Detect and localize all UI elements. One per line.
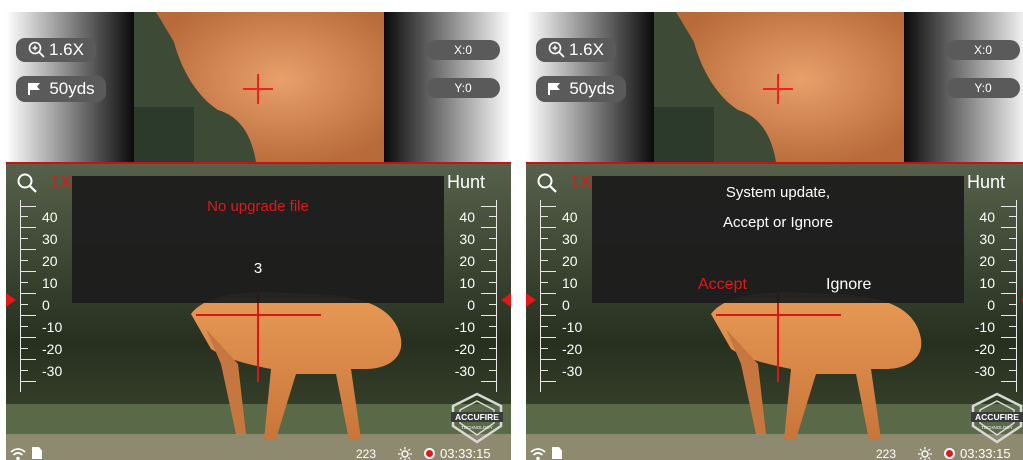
sd-card-icon [552,447,562,459]
zoom-crosshair [763,74,793,104]
scale-label: 30 [42,231,58,247]
zero-marker-right [501,293,511,307]
scale-label: -20 [454,341,475,357]
ballistic-profile: 223 [356,447,377,460]
ballistic-profile: 223 [876,447,897,460]
status-bar: 223 03:33:15 [526,446,1023,460]
scale-label: -10 [454,319,475,335]
range-chip[interactable]: 50yds [16,76,106,102]
scope-screen-left: 1.6X 50yds X:0 Y:0 1X Hunt 40 30 20 10 0… [6,12,511,460]
range-value: 50yds [49,79,95,98]
accufire-logo: ACCUFIRE TECHNOLOGY [451,392,503,444]
zoom-level-value: 1.6X [49,40,84,59]
status-bar: 223 03:33:15 [6,446,511,460]
wifi-icon [530,448,546,460]
scale-label: -30 [974,363,995,379]
x-offset-chip[interactable]: X:0 [426,40,500,60]
flag-icon [28,83,41,95]
brightness-icon [918,447,932,460]
wifi-icon [10,448,26,460]
dialog-line-2: Accept or Ignore [722,214,834,231]
brightness-icon [398,447,412,460]
record-icon [944,448,955,459]
scale-label: -20 [974,341,995,357]
scale-label: 20 [562,253,578,269]
zoom-window: 1.6X 50yds X:0 Y:0 [6,12,511,162]
record-icon [424,448,435,459]
clock: 03:33:15 [440,446,491,460]
zoom-level-chip[interactable]: 1.6X [16,38,96,62]
sd-card-icon [32,447,42,459]
dialog-message: No upgrade file [207,198,309,215]
zoom-level-value: 1.6X [569,40,604,59]
scale-label: 0 [467,297,475,313]
scope-screen-right: 1.6X 50yds X:0 Y:0 1X Hunt 40 30 20 10 0… [526,12,1023,460]
main-view: 1X Hunt 40 30 20 10 0 -10 -20 -30 40 30 … [6,162,511,460]
y-offset-chip[interactable]: Y:0 [946,78,1020,98]
scale-label: 30 [562,231,578,247]
search-icon[interactable] [16,172,38,194]
scale-label: -20 [562,341,583,357]
logo-subtext: TECHNOLOGY [461,425,493,430]
ignore-button[interactable]: Ignore [826,276,871,294]
scale-label: 10 [42,275,58,291]
zero-marker-left [6,293,16,307]
zoom-crosshair [243,74,273,104]
scale-label: 0 [42,297,50,313]
upgrade-dialog: No upgrade file 3 [72,176,444,303]
accufire-logo: ACCUFIRE TECHNOLOGY [971,392,1023,444]
scale-label: -30 [562,363,583,379]
mode-label[interactable]: Hunt [967,172,1005,193]
scale-label: 20 [979,253,995,269]
search-icon[interactable] [536,172,558,194]
y-offset-chip[interactable]: Y:0 [426,78,500,98]
scale-label: 20 [459,253,475,269]
logo-text: ACCUFIRE [455,412,499,422]
elevation-scale-left: 40 30 20 10 0 -10 -20 -30 [14,200,62,392]
mode-label[interactable]: Hunt [447,172,485,193]
elevation-scale-left: 40 30 20 10 0 -10 -20 -30 [534,200,582,392]
logo-text: ACCUFIRE [975,412,1019,422]
scale-label: 30 [459,231,475,247]
scale-label: -30 [42,363,63,379]
zoom-window: 1.6X 50yds X:0 Y:0 [526,12,1023,162]
scale-label: -10 [974,319,995,335]
elevation-scale-right: 40 30 20 10 0 -10 -20 -30 [975,200,1023,392]
scale-label: 10 [979,275,995,291]
dialog-countdown: 3 [253,260,263,277]
scale-label: -30 [454,363,475,379]
scale-label: 40 [562,209,578,225]
system-update-dialog: System update, Accept or Ignore Accept I… [592,176,964,303]
range-value: 50yds [569,79,615,98]
scale-label: 40 [979,209,995,225]
scale-label: 0 [987,297,995,313]
scale-label: -10 [562,319,583,335]
elevation-scale-right: 40 30 20 10 0 -10 -20 -30 [455,200,503,392]
accept-button[interactable]: Accept [698,276,747,294]
scale-label: 10 [562,275,578,291]
zoom-magnifier-icon [28,41,45,58]
zoom-level-chip[interactable]: 1.6X [536,38,616,62]
scale-label: -10 [42,319,63,335]
scale-label: 40 [459,209,475,225]
scale-label: -20 [42,341,63,357]
scale-label: 40 [42,209,58,225]
dialog-line-1: System update, [725,184,831,201]
scale-label: 10 [459,275,475,291]
logo-subtext: TECHNOLOGY [981,425,1013,430]
scale-label: 0 [562,297,570,313]
main-view: 1X Hunt 40 30 20 10 0 -10 -20 -30 40 30 … [526,162,1023,460]
zoom-magnifier-icon [548,41,565,58]
clock: 03:33:15 [960,446,1011,460]
scale-label: 20 [42,253,58,269]
x-offset-chip[interactable]: X:0 [946,40,1020,60]
range-chip[interactable]: 50yds [536,76,626,102]
flag-icon [548,83,561,95]
scale-label: 30 [979,231,995,247]
zero-marker-left [526,293,536,307]
